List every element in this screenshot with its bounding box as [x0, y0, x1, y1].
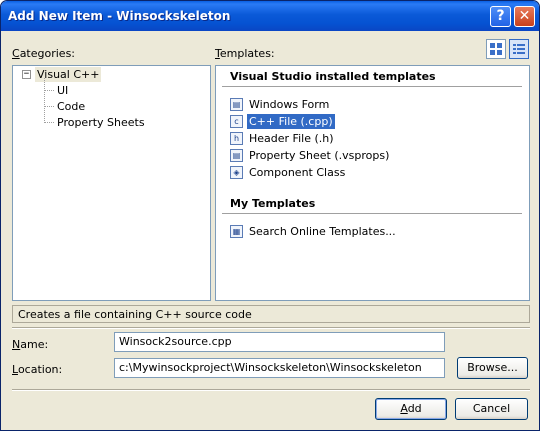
- installed-templates-header: Visual Studio installed templates: [230, 70, 436, 83]
- categories-label: Categories:: [12, 47, 76, 60]
- dialog-title: Add New Item - Winsockskeleton: [8, 9, 231, 23]
- templates-list[interactable]: Visual Studio installed templates ▤ Wind…: [215, 65, 530, 301]
- browse-button[interactable]: Browse...: [457, 357, 528, 379]
- template-label: Property Sheet (.vsprops): [249, 149, 390, 162]
- location-field[interactable]: c:\Mywinsockproject\Winsockskeleton\Wins…: [114, 358, 445, 378]
- form-icon: ▤: [230, 98, 243, 111]
- collapse-icon[interactable]: −: [22, 70, 31, 79]
- tree-connector: [44, 78, 45, 123]
- template-label: Header File (.h): [249, 132, 334, 145]
- large-icons-view-icon: [490, 43, 502, 55]
- name-field[interactable]: Winsock2source.cpp: [114, 332, 445, 352]
- tree-item-property-sheets[interactable]: Property Sheets: [55, 115, 147, 130]
- tree-item-code[interactable]: Code: [55, 99, 87, 114]
- title-bar: Add New Item - Winsockskeleton ? ✕: [1, 1, 539, 31]
- component-class-icon: ◈: [230, 166, 243, 179]
- tree-item-ui[interactable]: UI: [55, 83, 70, 98]
- template-description: Creates a file containing C++ source cod…: [12, 305, 530, 323]
- add-button[interactable]: Add: [375, 398, 447, 420]
- header-file-icon: h: [230, 132, 243, 145]
- name-label: Name:: [12, 338, 49, 351]
- property-sheet-icon: ▤: [230, 149, 243, 162]
- tree-connector: [44, 90, 54, 91]
- large-icons-view-button[interactable]: [486, 39, 506, 59]
- add-button-accelerator: A: [400, 402, 408, 415]
- template-label: Search Online Templates...: [249, 225, 396, 238]
- location-label: Location:: [12, 363, 63, 376]
- separator: [222, 213, 522, 214]
- my-templates-header: My Templates: [230, 197, 316, 210]
- tree-connector: [44, 106, 54, 107]
- cpp-file-icon: c: [230, 115, 243, 128]
- close-button[interactable]: ✕: [514, 6, 535, 27]
- template-label: Windows Form: [249, 98, 330, 111]
- search-online-icon: ▦: [230, 225, 243, 238]
- templates-label: Templates:: [215, 47, 275, 60]
- cancel-button[interactable]: Cancel: [455, 398, 528, 420]
- small-icons-view-icon: [513, 44, 525, 54]
- categories-tree[interactable]: − Visual C++ UI Code Property Sheets: [12, 65, 211, 301]
- help-button[interactable]: ?: [490, 6, 511, 27]
- template-label: Component Class: [249, 166, 346, 179]
- small-icons-view-button[interactable]: [509, 39, 529, 59]
- tree-connector: [44, 122, 54, 123]
- template-label: C++ File (.cpp): [247, 114, 335, 129]
- divider: [12, 389, 530, 391]
- add-new-item-dialog: Add New Item - Winsockskeleton ? ✕ Categ…: [0, 0, 540, 431]
- add-button-label: dd: [407, 402, 422, 415]
- divider: [12, 327, 530, 329]
- separator: [222, 86, 522, 87]
